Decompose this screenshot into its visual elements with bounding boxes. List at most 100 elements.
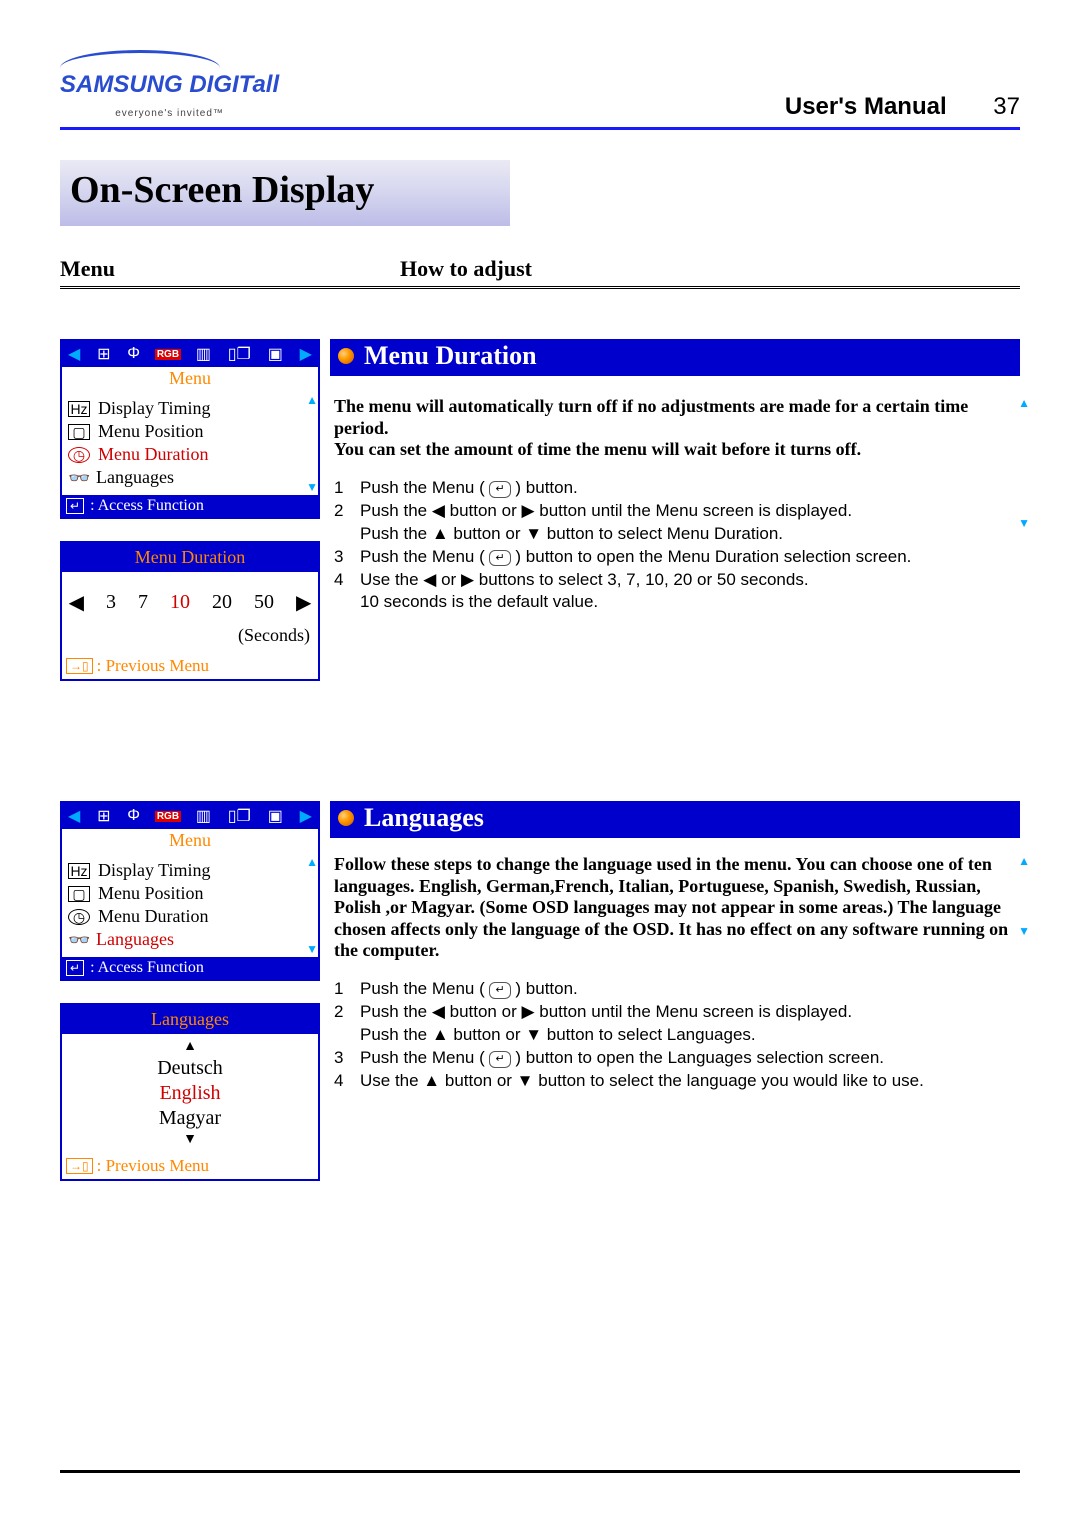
left-icon: ◀ <box>66 806 82 826</box>
duration-value: 50 <box>254 591 274 614</box>
right-arrow-icon: ▶ <box>296 590 311 615</box>
hz-item-icon: Hz <box>68 401 90 417</box>
duration-value: 7 <box>138 591 148 614</box>
rgb-icon: RGB <box>155 811 181 822</box>
scroll-down-icon: ▼ <box>306 480 318 495</box>
languages-description: Languages ▲ ▼ Follow these steps to chan… <box>330 801 1020 1093</box>
menu-item-menu-duration: ◷ Menu Duration <box>68 905 312 928</box>
pos-item-icon: ▢ <box>68 424 90 440</box>
brand-main: SAMSUNG DIGIT <box>60 71 252 98</box>
duration-value-selected: 10 <box>170 591 190 614</box>
clock-item-icon: ◷ <box>68 447 90 463</box>
scroll-up-icon: ▲ <box>1018 396 1030 410</box>
hz-icon: ⊞ <box>95 806 112 826</box>
languages-section: ◀ ⊞ Φ RGB ▥ ▯❐ ▣ ▶ Menu ▲ Hz Display Tim… <box>60 801 1020 1181</box>
osd-lang-list: ▲ Deutsch English Magyar ▼ <box>62 1034 318 1154</box>
osd-sub-title: Languages <box>62 1005 318 1034</box>
lang-option: Deutsch <box>62 1056 318 1081</box>
brand-arc <box>60 50 220 71</box>
exit-icon: →▯ <box>66 658 93 674</box>
menu-item-menu-position: ▢ Menu Position <box>68 420 312 443</box>
step-number: 4 <box>334 569 360 615</box>
left-icon: ◀ <box>66 344 82 364</box>
bullet-icon <box>338 810 354 826</box>
osd-prev-menu: →▯ : Previous Menu <box>62 654 318 679</box>
duration-intro: The menu will automatically turn off if … <box>334 396 1020 461</box>
eye-item-icon: 👓 <box>68 933 88 947</box>
page-header: SAMSUNG DIGITall everyone's invited™ Use… <box>60 50 1020 130</box>
menu-item-label: Menu Duration <box>98 444 208 465</box>
osd-duration-subpanel: Menu Duration ◀ 3 7 10 20 50 ▶ (Seconds)… <box>60 541 320 681</box>
duration-description: Menu Duration ▲ ▼ The menu will automati… <box>330 339 1020 614</box>
duration-heading-bar: Menu Duration <box>330 339 1020 376</box>
osd-column-languages: ◀ ⊞ Φ RGB ▥ ▯❐ ▣ ▶ Menu ▲ Hz Display Tim… <box>60 801 320 1181</box>
languages-heading: Languages <box>364 803 484 833</box>
window-icon: ▣ <box>266 344 285 364</box>
phi-icon: Φ <box>125 345 142 363</box>
duration-heading: Menu Duration <box>364 341 537 371</box>
page-icon: ▯❐ <box>226 344 253 364</box>
scroll-up-icon: ▲ <box>306 855 318 870</box>
brand-suffix: all <box>252 71 279 98</box>
osd-column-duration: ◀ ⊞ Φ RGB ▥ ▯❐ ▣ ▶ Menu ▲ Hz Display Tim… <box>60 339 320 681</box>
clock-item-icon: ◷ <box>68 909 90 925</box>
header-right: User's Manual 37 <box>785 93 1020 121</box>
brand-logo: SAMSUNG DIGITall everyone's invited™ <box>60 50 279 121</box>
languages-intro: Follow these steps to change the languag… <box>334 854 1020 962</box>
menu-item-label: Display Timing <box>98 398 211 419</box>
languages-heading-bar: Languages <box>330 801 1020 838</box>
enter-icon: ↵ <box>489 550 510 567</box>
duration-steps: 1Push the Menu ( ↵ ) button. 2Push the ◀… <box>334 477 1020 615</box>
menu-item-languages: 👓 Languages <box>68 466 312 489</box>
lang-option: Magyar <box>62 1106 318 1131</box>
menu-item-display-timing: Hz Display Timing <box>68 397 312 420</box>
duration-unit: (Seconds) <box>62 623 318 654</box>
osd-access-footer: ↵ : Access Function <box>62 495 318 517</box>
left-arrow-icon: ◀ <box>69 590 84 615</box>
menu-item-display-timing: Hz Display Timing <box>68 859 312 882</box>
osd-menu-list: ▲ Hz Display Timing ▢ Menu Position ◷ Me… <box>62 855 318 957</box>
eye-item-icon: 👓 <box>68 471 88 485</box>
step-number: 2 <box>334 500 360 546</box>
menu-item-label: Languages <box>96 467 174 488</box>
column-headers: Menu How to adjust <box>60 256 1020 289</box>
osd-icon-row: ◀ ⊞ Φ RGB ▥ ▯❐ ▣ ▶ <box>62 803 318 829</box>
bullet-icon <box>338 348 354 364</box>
hz-icon: ⊞ <box>95 344 112 364</box>
step-number: 3 <box>334 1047 360 1070</box>
menu-item-label: Menu Position <box>98 883 204 904</box>
enter-icon: ↵ <box>66 960 84 976</box>
osd-icon-row: ◀ ⊞ Φ RGB ▥ ▯❐ ▣ ▶ <box>62 341 318 367</box>
enter-icon: ↵ <box>489 481 510 498</box>
osd-access-footer: ↵ : Access Function <box>62 957 318 979</box>
bars-icon: ▥ <box>194 344 213 364</box>
osd-prev-menu: →▯ : Previous Menu <box>62 1154 318 1179</box>
step-text: Push the ◀ button or ▶ button until the … <box>360 1001 852 1047</box>
down-arrow-icon: ▼ <box>62 1131 318 1149</box>
step-text: Use the ▲ button or ▼ button to select t… <box>360 1070 924 1093</box>
menu-item-menu-position: ▢ Menu Position <box>68 882 312 905</box>
rgb-icon: RGB <box>155 349 181 360</box>
menu-duration-section: ◀ ⊞ Φ RGB ▥ ▯❐ ▣ ▶ Menu ▲ Hz Display Tim… <box>60 339 1020 681</box>
menu-item-label: Menu Duration <box>98 906 208 927</box>
step-text: Push the ◀ button or ▶ button until the … <box>360 500 852 546</box>
step-number: 3 <box>334 546 360 569</box>
menu-item-label: Display Timing <box>98 860 211 881</box>
window-icon: ▣ <box>266 806 285 826</box>
enter-icon: ↵ <box>66 498 84 514</box>
osd-top-label: Menu <box>62 367 318 393</box>
osd-main-menu-duration: ◀ ⊞ Φ RGB ▥ ▯❐ ▣ ▶ Menu ▲ Hz Display Tim… <box>60 339 320 519</box>
prev-menu-label: : Previous Menu <box>97 656 209 676</box>
lang-option-selected: English <box>62 1081 318 1106</box>
osd-languages-subpanel: Languages ▲ Deutsch English Magyar ▼ →▯ … <box>60 1003 320 1181</box>
osd-sub-title: Menu Duration <box>62 543 318 572</box>
languages-steps: 1Push the Menu ( ↵ ) button. 2Push the ◀… <box>334 978 1020 1093</box>
duration-value: 3 <box>106 591 116 614</box>
doc-title: User's Manual <box>785 93 947 120</box>
right-icon: ▶ <box>298 344 314 364</box>
step-number: 4 <box>334 1070 360 1093</box>
menu-item-menu-duration: ◷ Menu Duration <box>68 443 312 466</box>
page-title-banner: On-Screen Display <box>60 160 510 226</box>
bars-icon: ▥ <box>194 806 213 826</box>
pos-item-icon: ▢ <box>68 886 90 902</box>
